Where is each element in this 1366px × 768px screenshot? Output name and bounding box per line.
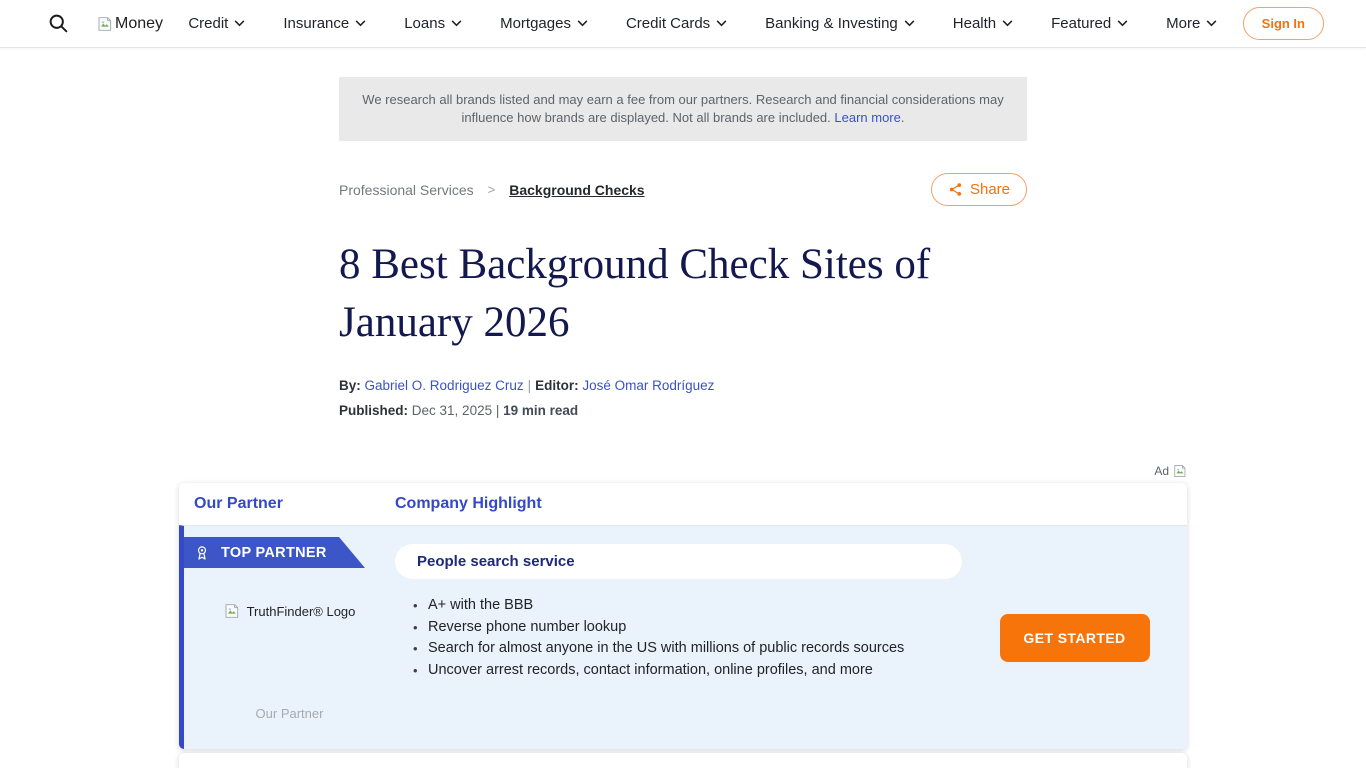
nav-item-featured[interactable]: Featured (1051, 15, 1128, 32)
editor-label: Editor: (535, 378, 579, 393)
truthfinder-logo[interactable]: TruthFinder® Logo (184, 603, 395, 619)
advertiser-disclosure: We research all brands listed and may ea… (339, 77, 1027, 141)
nav-label: Credit (188, 15, 228, 32)
feature-bullet-list: A+ with the BBB Reverse phone number loo… (413, 595, 962, 681)
main-menu: Credit Insurance Loans Mortgages Credit … (163, 15, 1243, 32)
published-label: Published: (339, 403, 408, 418)
share-label: Share (970, 181, 1010, 198)
nav-item-more[interactable]: More (1166, 15, 1217, 32)
nav-item-insurance[interactable]: Insurance (283, 15, 366, 32)
publine-pipe: | (496, 403, 500, 418)
ad-module: Ad Our Partner Company Highlight TOP PAR… (179, 464, 1187, 768)
chevron-down-icon (1206, 20, 1217, 27)
money-logo[interactable]: Money (97, 15, 163, 33)
byline-pipe: | (524, 378, 536, 393)
nav-label: Featured (1051, 15, 1111, 32)
our-partner-caption: Our Partner (184, 706, 395, 721)
nav-item-loans[interactable]: Loans (404, 15, 462, 32)
nav-item-credit-cards[interactable]: Credit Cards (626, 15, 727, 32)
ribbon-award-icon (194, 545, 210, 561)
nav-label: Insurance (283, 15, 349, 32)
chevron-down-icon (451, 20, 462, 27)
byline: By: Gabriel O. Rodriguez Cruz|Editor: Jo… (339, 378, 1027, 394)
feature-bullet: Search for almost anyone in the US with … (413, 638, 962, 660)
by-label: By: (339, 378, 361, 393)
top-partner-label: TOP PARTNER (221, 545, 327, 561)
nav-label: Banking & Investing (765, 15, 898, 32)
top-partner-badge: TOP PARTNER (184, 537, 365, 568)
nav-label: More (1166, 15, 1200, 32)
read-time: 19 min read (503, 403, 578, 418)
broken-image-icon (97, 16, 113, 32)
chevron-down-icon (355, 20, 366, 27)
next-partner-row-partial (179, 753, 1187, 768)
chevron-down-icon (904, 20, 915, 27)
breadcrumb-row: Professional Services > Background Check… (339, 173, 1027, 206)
broken-image-icon (224, 603, 240, 619)
nav-label: Mortgages (500, 15, 571, 32)
feature-bullet: A+ with the BBB (413, 595, 962, 617)
sign-in-button[interactable]: Sign In (1243, 7, 1324, 40)
top-navigation: Money Credit Insurance Loans Mortgages C… (0, 0, 1366, 48)
nav-label: Credit Cards (626, 15, 710, 32)
nav-item-mortgages[interactable]: Mortgages (500, 15, 588, 32)
feature-bullet: Reverse phone number lookup (413, 617, 962, 639)
nav-item-health[interactable]: Health (953, 15, 1013, 32)
author-link[interactable]: Gabriel O. Rodriguez Cruz (365, 378, 524, 393)
disclosure-period: . (901, 110, 905, 125)
disclosure-text: We research all brands listed and may ea… (362, 92, 1003, 125)
get-started-button[interactable]: GET STARTED (1000, 614, 1150, 662)
nav-item-banking-investing[interactable]: Banking & Investing (765, 15, 915, 32)
breadcrumb-background-checks[interactable]: Background Checks (509, 182, 644, 198)
chevron-down-icon (234, 20, 245, 27)
breadcrumb-professional-services[interactable]: Professional Services (339, 182, 474, 198)
nav-label: Health (953, 15, 996, 32)
search-icon (48, 13, 69, 34)
feature-bullet: Uncover arrest records, contact informat… (413, 660, 962, 682)
published-date: Dec 31, 2025 (412, 403, 492, 418)
nav-label: Loans (404, 15, 445, 32)
partner-cell: TOP PARTNER TruthFinder® Logo Our Partne… (184, 526, 395, 749)
chevron-down-icon (577, 20, 588, 27)
article-column: We research all brands listed and may ea… (339, 77, 1027, 418)
cta-cell: GET STARTED (962, 526, 1187, 749)
chevron-down-icon (1002, 20, 1013, 27)
ad-label-row: Ad (179, 464, 1187, 478)
page-title: 8 Best Background Check Sites of January… (339, 236, 1027, 352)
editor-link[interactable]: José Omar Rodríguez (582, 378, 714, 393)
chevron-down-icon (1117, 20, 1128, 27)
highlight-cell: People search service A+ with the BBB Re… (395, 526, 962, 749)
chevron-down-icon (716, 20, 727, 27)
share-button[interactable]: Share (931, 173, 1027, 206)
partner-table-header: Our Partner Company Highlight (179, 483, 1187, 525)
partner-table-card: Our Partner Company Highlight TOP PARTNE… (179, 483, 1187, 749)
ad-label: Ad (1154, 464, 1169, 478)
nav-item-credit[interactable]: Credit (188, 15, 245, 32)
broken-image-icon (1173, 464, 1187, 478)
company-highlight-header: Company Highlight (395, 495, 542, 512)
breadcrumb: Professional Services > Background Check… (339, 182, 645, 198)
search-button[interactable] (48, 13, 69, 34)
breadcrumb-separator-icon: > (488, 182, 496, 197)
learn-more-link[interactable]: Learn more (834, 110, 900, 125)
logo-alt-text: TruthFinder® Logo (247, 604, 356, 619)
logo-alt-text: Money (115, 15, 163, 33)
our-partner-header: Our Partner (194, 495, 283, 512)
top-partner-row: TOP PARTNER TruthFinder® Logo Our Partne… (179, 525, 1187, 749)
share-icon (948, 182, 963, 197)
published-line: Published: Dec 31, 2025 | 19 min read (339, 403, 1027, 418)
service-category-pill: People search service (395, 544, 962, 579)
